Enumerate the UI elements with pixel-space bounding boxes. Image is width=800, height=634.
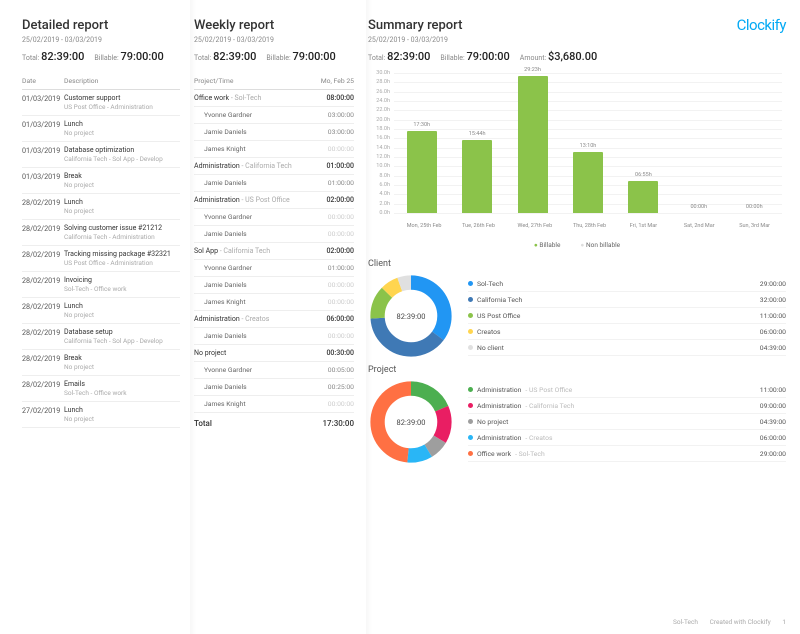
detailed-row: 01/03/2019Customer supportUS Post Office… <box>22 90 180 116</box>
chart-bar: 15:44h <box>462 140 492 213</box>
detailed-row: 01/03/2019LunchNo project <box>22 116 180 142</box>
weekly-member-row: Jamie Daniels01:00:00 <box>194 175 354 192</box>
client-section-title: Client <box>368 259 786 269</box>
legend-row: Administration - US Post Office11:00:00 <box>468 382 786 398</box>
weekly-total-row: Total 17:30:00 <box>194 413 354 432</box>
detailed-title: Detailed report <box>22 18 180 33</box>
summary-title: Summary report <box>368 18 786 33</box>
detailed-row: 28/02/2019Tracking missing package #3232… <box>22 246 180 272</box>
weekly-member-row: Yvonne Gardner01:00:00 <box>194 260 354 277</box>
weekly-group-row: Office work - Sol-Tech08:00:00 <box>194 90 354 107</box>
detailed-row: 01/03/2019Database optimizationCaliforni… <box>22 142 180 168</box>
legend-row: Sol-Tech29:00:00 <box>468 276 786 292</box>
project-donut-block: 82:39:00 Administration - US Post Office… <box>368 379 786 465</box>
weekly-report-panel: Weekly report 25/02/2019 - 03/03/2019 To… <box>194 18 354 471</box>
weekly-member-row: Jamie Daniels00:25:00 <box>194 379 354 396</box>
weekly-group-row: Administration - Creatos06:00:00 <box>194 311 354 328</box>
chart-bar: 29:23h <box>518 76 548 213</box>
detailed-row: 28/02/2019LunchNo project <box>22 298 180 324</box>
project-section-title: Project <box>368 365 786 375</box>
summary-report-panel: Summary report 25/02/2019 - 03/03/2019 T… <box>368 18 786 471</box>
date-range: 25/02/2019 - 03/03/2019 <box>368 36 786 44</box>
weekly-title: Weekly report <box>194 18 354 33</box>
project-legend: Administration - US Post Office11:00:00A… <box>468 382 786 462</box>
legend-row: No client04:39:00 <box>468 340 786 356</box>
chart-bar: 06:55h <box>628 181 658 213</box>
legend-row: Creatos06:00:00 <box>468 324 786 340</box>
detailed-row: 27/02/2019LunchNo project <box>22 402 180 428</box>
legend-row: California Tech32:00:00 <box>468 292 786 308</box>
weekly-group-row: Administration - US Post Office02:00:00 <box>194 192 354 209</box>
detailed-row: 28/02/2019BreakNo project <box>22 350 180 376</box>
totals-row: Total: 82:39:00 Billable: 79:00:00 Amoun… <box>368 50 786 63</box>
totals-row: Total: 82:39:00 Billable: 79:00:00 <box>22 50 180 63</box>
legend-row: No project04:39:00 <box>468 414 786 430</box>
detailed-row: 01/03/2019BreakNo project <box>22 168 180 194</box>
weekly-member-row: Yvonne Gardner00:05:00 <box>194 362 354 379</box>
weekly-member-row: Jamie Daniels00:00:00 <box>194 328 354 345</box>
legend-row: Administration - Creatos06:00:00 <box>468 430 786 446</box>
detailed-row: 28/02/2019EmailsSol-Tech - Office work <box>22 376 180 402</box>
client-donut-chart: 82:39:00 <box>368 273 454 359</box>
detailed-row: 28/02/2019Solving customer issue #21212C… <box>22 220 180 246</box>
weekly-header: Project/Time Mo, Feb 25 <box>194 73 354 90</box>
legend-row: Administration - California Tech09:00:00 <box>468 398 786 414</box>
legend-billable: Billable <box>534 241 561 249</box>
detailed-row: 28/02/2019InvoicingSol-Tech - Office wor… <box>22 272 180 298</box>
chart-legend: Billable Non billable <box>368 241 786 249</box>
detailed-row: 28/02/2019LunchNo project <box>22 194 180 220</box>
panel-divider <box>190 0 196 634</box>
bar-chart: 0.0h2.0h4.0h6.0h8.0h10.0h12.0h14.0h16.0h… <box>368 73 786 233</box>
weekly-member-row: James Knight00:00:00 <box>194 396 354 413</box>
legend-row: Office work - Sol-Tech29:00:00 <box>468 446 786 462</box>
page-footer: Sol-Tech Created with Clockify 1 <box>663 618 786 626</box>
detailed-row: 28/02/2019Database setupCalifornia Tech … <box>22 324 180 350</box>
chart-bar: 17:30h <box>407 131 437 213</box>
weekly-group-row: No project00:30:00 <box>194 345 354 362</box>
weekly-member-row: Jamie Daniels00:00:00 <box>194 226 354 243</box>
detailed-header: Date Description <box>22 73 180 90</box>
weekly-member-row: Jamie Daniels03:00:00 <box>194 124 354 141</box>
donut-center-value: 82:39:00 <box>368 273 454 359</box>
date-range: 25/02/2019 - 03/03/2019 <box>22 36 180 44</box>
date-range: 25/02/2019 - 03/03/2019 <box>194 36 354 44</box>
weekly-member-row: James Knight00:00:00 <box>194 294 354 311</box>
weekly-group-row: Sol App - California Tech02:00:00 <box>194 243 354 260</box>
client-legend: Sol-Tech29:00:00California Tech32:00:00U… <box>468 276 786 356</box>
chart-bar: 13:10h <box>573 152 603 213</box>
project-donut-chart: 82:39:00 <box>368 379 454 465</box>
weekly-member-row: Yvonne Gardner03:00:00 <box>194 107 354 124</box>
legend-nonbillable: Non billable <box>580 241 620 249</box>
clockify-logo: Clockify <box>737 16 786 34</box>
totals-row: Total: 82:39:00 Billable: 79:00:00 <box>194 50 354 63</box>
client-donut-block: 82:39:00 Sol-Tech29:00:00California Tech… <box>368 273 786 359</box>
weekly-member-row: James Knight00:00:00 <box>194 141 354 158</box>
legend-row: US Post Office11:00:00 <box>468 308 786 324</box>
donut-center-value: 82:39:00 <box>368 379 454 465</box>
detailed-report-panel: Detailed report 25/02/2019 - 03/03/2019 … <box>22 18 180 471</box>
weekly-member-row: Yvonne Gardner00:00:00 <box>194 209 354 226</box>
weekly-member-row: Jamie Daniels00:00:00 <box>194 277 354 294</box>
weekly-group-row: Administration - California Tech01:00:00 <box>194 158 354 175</box>
